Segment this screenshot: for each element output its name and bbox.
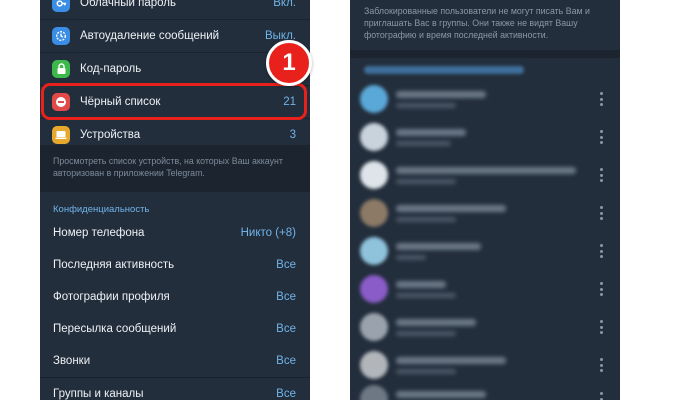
more-options-icon[interactable] (600, 282, 604, 296)
settings-row-value: Вкл. (273, 0, 296, 9)
list-item[interactable] (350, 118, 620, 156)
avatar (360, 123, 388, 151)
user-name (396, 167, 576, 174)
user-name (396, 243, 481, 250)
more-options-icon[interactable] (600, 130, 604, 144)
user-status (396, 217, 456, 222)
blocked-users-hint-text: Заблокированные пользователи не могут пи… (350, 0, 620, 50)
settings-row-label: Устройства (80, 129, 141, 141)
user-status (396, 293, 456, 298)
settings-row-value: Все (276, 291, 296, 303)
privacy-row-groups[interactable]: Группы и каналы Все (40, 378, 310, 400)
user-name (396, 129, 466, 136)
user-name (396, 357, 506, 364)
key-icon (52, 0, 70, 12)
user-name (396, 205, 506, 212)
user-status (396, 141, 451, 146)
avatar (360, 351, 388, 379)
list-item[interactable] (350, 308, 620, 346)
user-name (396, 391, 486, 398)
privacy-row-profile-photos[interactable]: Фотографии профиля Все (40, 281, 310, 313)
blocked-list-highlight (41, 83, 307, 120)
avatar (360, 385, 388, 400)
settings-row-label: Автоудаление сообщений (80, 30, 220, 42)
step-number-badge: 1 (266, 40, 312, 86)
privacy-row-last-seen[interactable]: Последняя активность Все (40, 249, 310, 281)
blocked-users-screen: Заблокированные пользователи не могут пи… (350, 0, 620, 400)
avatar (360, 313, 388, 341)
privacy-row-forwarding[interactable]: Пересылка сообщений Все (40, 313, 310, 345)
settings-row-value: Все (276, 323, 296, 335)
user-name (396, 319, 476, 326)
devices-hint-text: Просмотреть список устройств, на которых… (40, 145, 310, 192)
lock-icon (52, 60, 70, 78)
settings-row-label: Фотографии профиля (53, 291, 170, 303)
user-name (396, 91, 486, 98)
user-status (396, 179, 456, 184)
user-status (396, 255, 426, 260)
more-options-icon[interactable] (600, 92, 604, 106)
settings-row-value: Никто (+8) (240, 227, 296, 239)
avatar (360, 275, 388, 303)
avatar (360, 199, 388, 227)
settings-row-value: Все (276, 259, 296, 271)
user-status (396, 369, 456, 374)
list-item[interactable] (350, 232, 620, 270)
privacy-section-header: Конфиденциальность (53, 204, 150, 215)
more-options-icon[interactable] (600, 244, 604, 258)
settings-row-value: Все (276, 388, 296, 400)
list-item[interactable] (350, 346, 620, 384)
user-status (396, 331, 456, 336)
privacy-row-phone-number[interactable]: Номер телефона Никто (+8) (40, 217, 310, 249)
user-status (396, 103, 456, 108)
more-options-icon[interactable] (600, 168, 604, 182)
devices-icon (52, 126, 70, 144)
screenshot-stage: Облачный пароль Вкл. Автоудаление сообще… (0, 0, 680, 400)
blocked-users-list (350, 58, 620, 400)
list-item[interactable] (350, 270, 620, 308)
list-item[interactable] (350, 194, 620, 232)
more-options-icon[interactable] (600, 358, 604, 372)
avatar (360, 237, 388, 265)
settings-row-label: Звонки (53, 355, 91, 367)
settings-row-label: Последняя активность (53, 259, 175, 271)
settings-row-label: Облачный пароль (80, 0, 176, 9)
settings-row-value: 3 (289, 129, 296, 141)
privacy-row-calls[interactable]: Звонки Все (40, 345, 310, 377)
settings-row-label: Код-пароль (80, 63, 142, 75)
blocked-users-count-header (364, 66, 524, 74)
settings-row-value: Все (276, 355, 296, 367)
settings-row-label: Пересылка сообщений (53, 323, 177, 335)
settings-row-label: Группы и каналы (53, 388, 144, 400)
more-options-icon[interactable] (600, 320, 604, 334)
timer-icon (52, 27, 70, 45)
list-item[interactable] (350, 380, 620, 400)
list-item[interactable] (350, 80, 620, 118)
settings-row-cloud-password[interactable]: Облачный пароль Вкл. (40, 0, 310, 19)
list-item[interactable] (350, 156, 620, 194)
settings-row-label: Номер телефона (53, 227, 145, 239)
avatar (360, 85, 388, 113)
avatar (360, 161, 388, 189)
user-name (396, 281, 446, 288)
settings-row-auto-delete[interactable]: Автоудаление сообщений Выкл. (40, 20, 310, 52)
more-options-icon[interactable] (600, 206, 604, 220)
more-options-icon[interactable] (600, 392, 604, 400)
